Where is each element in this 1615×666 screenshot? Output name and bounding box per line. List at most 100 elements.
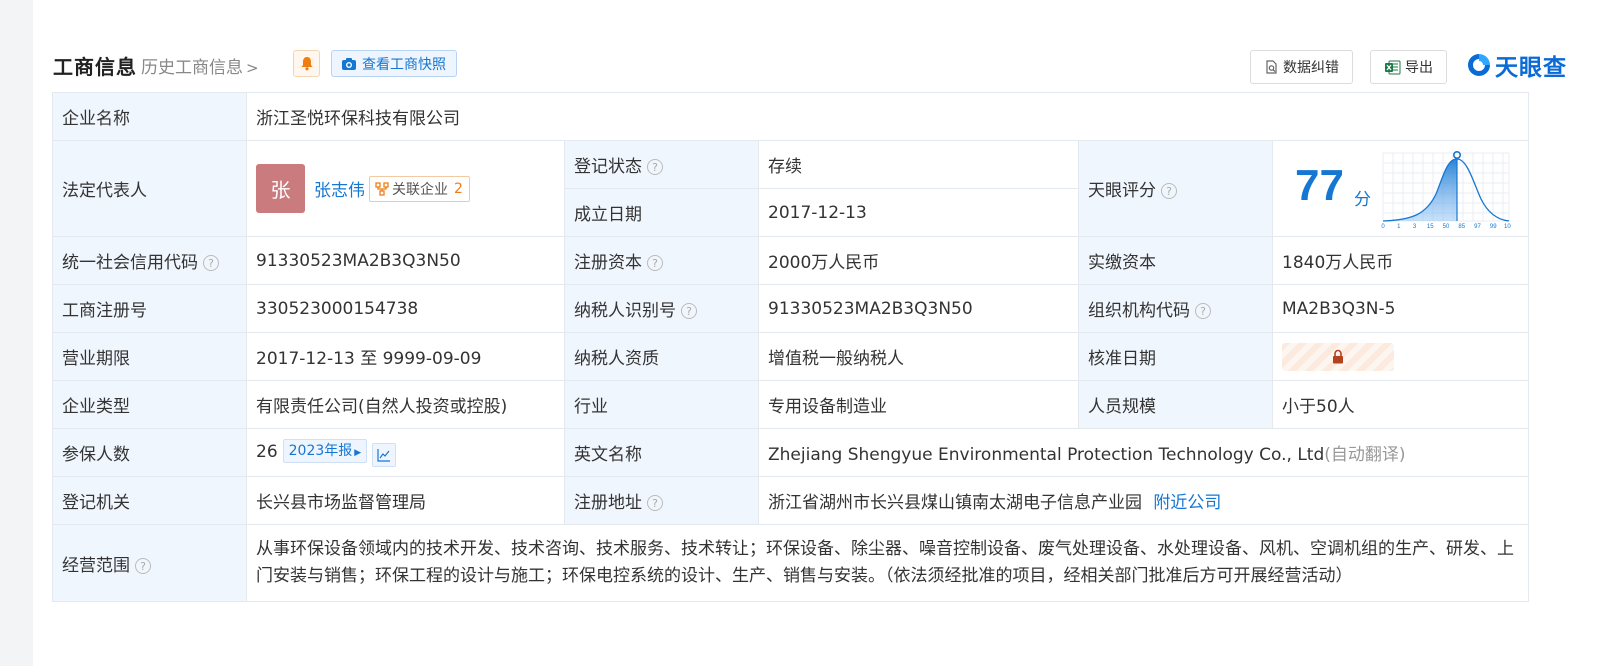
score-value: 77 bbox=[1295, 161, 1344, 210]
question-icon[interactable]: ? bbox=[203, 255, 219, 271]
table-row: 经营范围? 从事环保设备领域内的技术开发、技术咨询、技术服务、技术转让；环保设备… bbox=[52, 524, 1530, 602]
question-icon[interactable]: ? bbox=[135, 557, 151, 574]
found-date-value: 2017-12-13 bbox=[758, 188, 1079, 237]
related-companies-icon bbox=[375, 181, 389, 196]
english-name-cell: Zhejiang Shengyue Environmental Protecti… bbox=[757, 428, 1530, 477]
x-tick-label: 15 bbox=[1427, 224, 1434, 229]
excel-icon bbox=[1385, 60, 1401, 74]
question-icon[interactable]: ? bbox=[647, 255, 663, 271]
reg-no-label: 工商注册号 bbox=[52, 284, 247, 333]
insured-value: 26 bbox=[256, 441, 278, 462]
question-icon[interactable]: ? bbox=[1195, 303, 1211, 319]
address-value: 浙江省湖州市长兴县煤山镇南太湖电子信息产业园 bbox=[768, 493, 1142, 513]
bell-button[interactable] bbox=[293, 50, 320, 77]
org-code-value: MA2B3Q3N-5 bbox=[1271, 284, 1530, 333]
doc-search-icon bbox=[1266, 59, 1277, 74]
company-name-value: 浙江圣悦环保科技有限公司 bbox=[245, 92, 1530, 141]
trend-chart-button[interactable] bbox=[372, 442, 397, 467]
related-companies-tag[interactable]: 关联企业 2 bbox=[369, 175, 470, 202]
approve-date-value bbox=[1271, 332, 1530, 381]
score-label: 天眼评分? bbox=[1078, 140, 1273, 237]
x-tick-label: 50 bbox=[1443, 224, 1450, 229]
table-row: 企业类型 有限责任公司(自然人投资或控股) 行业 专用设备制造业 人员规模 小于… bbox=[52, 380, 1530, 429]
table-row: 法定代表人 张 张志伟 关联企业 2 登记状态 ? 存续 天眼评分 ? 77 分… bbox=[52, 140, 1530, 237]
x-axis-ticks: 0 1 3 15 50 85 97 99 100 bbox=[1381, 224, 1511, 229]
x-tick-label: 99 bbox=[1490, 224, 1497, 229]
x-tick-label: 3 bbox=[1413, 224, 1417, 229]
table-row: 营业期限 2017-12-13 至 9999-09-09 纳税人资质 增值税一般… bbox=[52, 332, 1530, 381]
taxpayer-id-label: 纳税人识别号? bbox=[564, 284, 759, 333]
data-error-button[interactable]: 数据纠错 bbox=[1250, 50, 1353, 84]
english-name-value: Zhejiang Shengyue Environmental Protecti… bbox=[768, 445, 1325, 465]
question-icon[interactable]: ? bbox=[1161, 183, 1177, 199]
table-row: 企业名称 浙江圣悦环保科技有限公司 bbox=[52, 92, 1530, 141]
credit-code-label: 统一社会信用代码? bbox=[52, 236, 247, 285]
x-tick-label: 0 bbox=[1381, 224, 1385, 229]
term-label: 营业期限 bbox=[52, 332, 247, 381]
tianyancha-logo-icon bbox=[1468, 54, 1490, 76]
staff-size-label: 人员规模 bbox=[1078, 380, 1273, 429]
nearby-companies-link[interactable]: 附近公司 bbox=[1153, 493, 1221, 513]
section-title: 工商信息 bbox=[53, 55, 137, 79]
english-name-label: 英文名称 bbox=[564, 428, 759, 477]
table-row: 登记机关 长兴县市场监督管理局 注册地址? 浙江省湖州市长兴县煤山镇南太湖电子信… bbox=[52, 476, 1530, 525]
table-row: 参保人数 26 2023年报 ▶ 英文名称 Zhejiang Shengyue En… bbox=[52, 428, 1530, 477]
paid-capital-label: 实缴资本 bbox=[1078, 236, 1273, 285]
avatar[interactable]: 张 bbox=[256, 164, 305, 213]
org-code-label: 组织机构代码? bbox=[1078, 284, 1273, 333]
score-distribution-chart: 0 1 3 15 50 85 97 99 100 bbox=[1381, 150, 1511, 229]
snapshot-button[interactable]: 查看工商快照 bbox=[331, 50, 457, 77]
auto-translate-note: (自动翻译) bbox=[1324, 445, 1406, 465]
question-icon[interactable]: ? bbox=[647, 495, 663, 511]
bell-icon bbox=[301, 57, 312, 71]
business-info-card: 工商信息 历史工商信息 > 查看工商快照 数据纠错 导出 天眼查 企业名称 浙江… bbox=[33, 0, 1615, 666]
camera-icon bbox=[342, 57, 356, 70]
reg-status-label: 登记状态? bbox=[564, 140, 759, 189]
found-date-label: 成立日期 bbox=[564, 188, 759, 237]
address-cell: 浙江省湖州市长兴县煤山镇南太湖电子信息产业园 附近公司 bbox=[757, 476, 1530, 525]
score-cell[interactable]: 77 分 0 1 3 15 50 85 97 99 10 bbox=[1271, 140, 1530, 237]
reg-capital-value: 2000万人民币 bbox=[758, 236, 1079, 285]
industry-label: 行业 bbox=[564, 380, 759, 429]
paid-capital-value: 1840万人民币 bbox=[1271, 236, 1530, 285]
credit-code-value: 91330523MA2B3Q3N50 bbox=[246, 236, 565, 285]
insured-cell: 26 2023年报 ▶ bbox=[246, 428, 565, 477]
authority-label: 登记机关 bbox=[52, 476, 247, 525]
legal-rep-cell: 张 张志伟 关联企业 2 bbox=[246, 140, 565, 237]
scope-value: 从事环保设备领域内的技术开发、技术咨询、技术服务、技术转让；环保设备、除尘器、噪… bbox=[245, 524, 1530, 602]
term-value: 2017-12-13 至 9999-09-09 bbox=[246, 332, 565, 381]
staff-size-value: 小于50人 bbox=[1271, 380, 1530, 429]
x-tick-label: 1 bbox=[1397, 224, 1401, 229]
table-row: 统一社会信用代码? 91330523MA2B3Q3N50 注册资本? 2000万… bbox=[52, 236, 1530, 285]
tianyancha-logo: 天眼查 bbox=[1466, 48, 1567, 82]
taxpayer-id-value: 91330523MA2B3Q3N50 bbox=[758, 284, 1079, 333]
question-icon[interactable]: ? bbox=[681, 303, 697, 319]
type-label: 企业类型 bbox=[52, 380, 247, 429]
address-label: 注册地址? bbox=[564, 476, 759, 525]
industry-value: 专用设备制造业 bbox=[758, 380, 1079, 429]
insured-label: 参保人数 bbox=[52, 428, 247, 477]
history-info-link[interactable]: 历史工商信息 > bbox=[141, 53, 259, 78]
annual-report-tag[interactable]: 2023年报 ▶ bbox=[282, 438, 368, 463]
reg-no-value: 330523000154738 bbox=[246, 284, 565, 333]
scope-label: 经营范围? bbox=[52, 524, 247, 602]
section-header: 工商信息 历史工商信息 > 查看工商快照 数据纠错 导出 天眼查 bbox=[53, 48, 1615, 84]
question-icon[interactable]: ? bbox=[647, 159, 663, 175]
locked-value-button[interactable] bbox=[1282, 342, 1394, 371]
score-unit: 分 bbox=[1354, 190, 1371, 210]
export-button[interactable]: 导出 bbox=[1370, 50, 1447, 84]
lock-icon bbox=[1333, 349, 1343, 364]
tax-quality-value: 增值税一般纳税人 bbox=[758, 332, 1079, 381]
legal-rep-name-link[interactable]: 张志伟 bbox=[314, 176, 365, 201]
trend-chart-icon bbox=[377, 448, 391, 462]
type-value: 有限责任公司(自然人投资或控股) bbox=[246, 380, 565, 429]
score-marker bbox=[1453, 150, 1462, 160]
x-tick-label: 85 bbox=[1458, 224, 1465, 229]
x-tick-label: 97 bbox=[1474, 224, 1481, 229]
approve-date-label: 核准日期 bbox=[1078, 332, 1273, 381]
related-count: 2 bbox=[454, 180, 463, 197]
business-info-table: 企业名称 浙江圣悦环保科技有限公司 法定代表人 张 张志伟 关联企业 2 登记状… bbox=[52, 92, 1530, 602]
authority-value: 长兴县市场监督管理局 bbox=[246, 476, 565, 525]
reg-status-value: 存续 bbox=[758, 140, 1079, 189]
caret-right-icon: ▶ bbox=[354, 447, 362, 458]
